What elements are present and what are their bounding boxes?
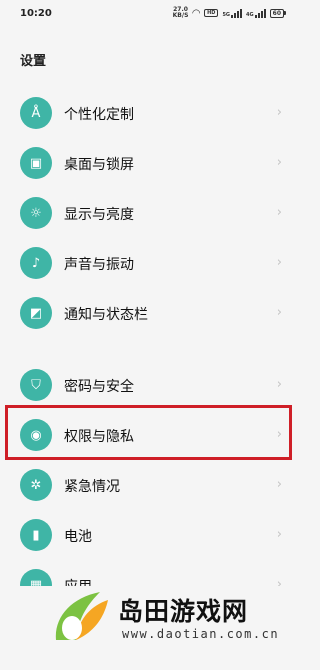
wifi-icon: ◠ <box>192 7 201 19</box>
privacy-eye-icon: ◉ <box>20 419 52 451</box>
network-speed: 27.0 KB/S <box>173 7 189 19</box>
watermark-logo-icon <box>55 592 108 640</box>
shield-icon: ⛉ <box>20 369 52 401</box>
battery-icon: ▮ <box>20 519 52 551</box>
watermark-title: 岛田游戏网 <box>118 597 249 626</box>
settings-item-battery[interactable]: ▮ 电池 › <box>0 510 300 560</box>
brightness-icon: ☼ <box>20 197 52 229</box>
settings-item-label: 电池 <box>64 529 92 545</box>
battery-indicator: 60 <box>269 8 286 18</box>
settings-item-display-brightness[interactable]: ☼ 显示与亮度 › <box>0 188 300 238</box>
settings-item-password-security[interactable]: ⛉ 密码与安全 › <box>0 360 300 410</box>
status-bar: 10:20 27.0 KB/S ◠ HD 5G 4G 60 <box>0 0 300 30</box>
notification-icon: ◩ <box>20 297 52 329</box>
settings-item-desktop-lockscreen[interactable]: ▣ 桌面与锁屏 › <box>0 138 300 188</box>
settings-item-personalization[interactable]: Å 个性化定制 › <box>0 88 300 138</box>
signal-1-label: 5G <box>222 11 231 18</box>
chevron-right-icon: › <box>276 527 282 542</box>
settings-item-label: 桌面与锁屏 <box>64 157 134 173</box>
settings-item-sound-vibration[interactable]: ♪ 声音与振动 › <box>0 238 300 288</box>
settings-item-label: 通知与状态栏 <box>64 307 148 323</box>
settings-item-label: 密码与安全 <box>64 379 134 395</box>
chevron-right-icon: › <box>276 105 282 120</box>
settings-item-label: 个性化定制 <box>64 107 134 123</box>
hd-badge: HD <box>204 9 219 17</box>
battery-icon <box>284 11 286 15</box>
settings-item-notifications[interactable]: ◩ 通知与状态栏 › <box>0 288 300 338</box>
chevron-right-icon: › <box>276 255 282 270</box>
battery-level: 60 <box>269 8 284 18</box>
settings-item-permissions-privacy[interactable]: ◉ 权限与隐私 › <box>0 410 300 460</box>
signal-bars-icon <box>254 8 266 18</box>
settings-item-label: 显示与亮度 <box>64 207 134 223</box>
chevron-right-icon: › <box>276 205 282 220</box>
status-time: 10:20 <box>20 8 52 19</box>
signal-bars-icon <box>231 8 243 18</box>
chevron-right-icon: › <box>276 477 282 492</box>
signal-icon-2: 4G <box>246 8 266 18</box>
emergency-icon: ✲ <box>20 469 52 501</box>
signal-2-label: 4G <box>246 11 254 18</box>
chevron-right-icon: › <box>276 377 282 392</box>
page-title: 设置 <box>20 54 47 69</box>
network-speed-unit: KB/S <box>172 12 189 19</box>
brush-icon: Å <box>20 97 52 129</box>
chevron-right-icon: › <box>276 305 282 320</box>
watermark-url: www.daotian.com.cn <box>122 627 280 641</box>
settings-item-label: 声音与振动 <box>64 257 134 273</box>
signal-icon-1: 5G <box>222 8 243 18</box>
status-icons: 27.0 KB/S ◠ HD 5G 4G 60 <box>173 7 286 19</box>
chevron-right-icon: › <box>276 427 282 442</box>
wallpaper-icon: ▣ <box>20 147 52 179</box>
chevron-right-icon: › <box>276 155 282 170</box>
bell-icon: ♪ <box>20 247 52 279</box>
settings-item-label: 紧急情况 <box>64 479 120 495</box>
settings-item-label: 权限与隐私 <box>64 429 134 445</box>
settings-item-emergency[interactable]: ✲ 紧急情况 › <box>0 460 300 510</box>
